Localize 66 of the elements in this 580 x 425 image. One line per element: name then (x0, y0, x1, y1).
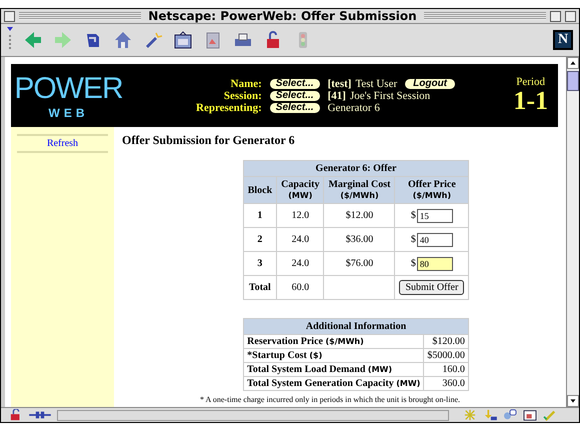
table-cell: 24.0 (276, 228, 324, 252)
table-cell: Total (243, 276, 277, 300)
logo-subtext: WEB (48, 106, 88, 120)
period-label: Period (516, 77, 546, 88)
scroll-up-icon[interactable] (567, 57, 579, 69)
select-button[interactable]: Select... (270, 90, 320, 100)
column-header: Capacity (MW) (276, 176, 324, 204)
table-cell: *Startup Cost ($) (244, 348, 424, 362)
page-title: Offer Submission for Generator 6 (122, 133, 295, 148)
table-cell: $120.00 (424, 334, 468, 348)
table-cell: 360.0 (424, 376, 468, 390)
column-header: Block (243, 176, 277, 204)
table-cell: 24.0 (276, 252, 324, 276)
download-icon[interactable] (483, 409, 497, 421)
close-box[interactable] (4, 10, 15, 22)
table-cell: Reservation Price ($/MWh) (244, 334, 424, 348)
table-cell: Total System Generation Capacity (MW) (244, 376, 424, 390)
browser-logo[interactable]: N (553, 30, 573, 50)
table-cell: 3 (243, 252, 277, 276)
window-title: Netscape: PowerWeb: Offer Submission (147, 9, 418, 23)
scroll-down-icon[interactable] (567, 395, 579, 407)
price-field[interactable]: 80 (416, 256, 453, 270)
column-header: Offer Price ($/MWh) (394, 176, 469, 204)
table-cell: Total System Load Demand (MW) (244, 362, 424, 376)
collapse-box[interactable] (565, 10, 576, 22)
currency-sign: $ (410, 210, 416, 221)
field-value: Joe's First Session (350, 90, 430, 102)
field-label: Name: (230, 78, 262, 90)
chat-icon[interactable] (503, 409, 517, 421)
table-title: Additional Information (244, 318, 468, 334)
composer-icon[interactable] (523, 409, 537, 421)
period-value: 1-1 (513, 88, 548, 114)
logo-text: POWER (14, 72, 123, 106)
price-field[interactable]: 40 (416, 232, 453, 246)
footnote: * A one-time charge incurred only in periods in which the unit is brought on-line. (200, 395, 460, 404)
table-cell: $5000.00 (424, 348, 468, 362)
tv-icon[interactable] (173, 30, 193, 50)
table-cell: 60.0 (276, 276, 324, 300)
table-cell: 2 (243, 228, 277, 252)
table-title: Generator 6: Offer (243, 160, 469, 176)
field-label: Session: (222, 90, 262, 102)
field-value: Generator 6 (328, 102, 380, 114)
table-cell: $12.00 (324, 204, 395, 228)
id-tag: [test] (328, 78, 352, 90)
select-button[interactable]: Select... (270, 102, 320, 112)
logout-button[interactable]: Logout (405, 78, 456, 88)
plug-icon[interactable] (29, 410, 51, 420)
id-tag: [41] (328, 90, 346, 102)
house-icon[interactable] (113, 30, 133, 50)
table-cell: 12.0 (276, 204, 324, 228)
column-header: Marginal Cost ($/MWh) (324, 176, 395, 204)
currency-sign: $ (410, 234, 416, 245)
table-cell: 1 (243, 204, 277, 228)
field-value: Test User (355, 78, 398, 90)
field-label: Representing: (196, 102, 262, 114)
table-cell: $76.00 (324, 252, 395, 276)
table-cell: $36.00 (324, 228, 395, 252)
zoom-box[interactable] (550, 10, 561, 22)
currency-sign: $ (410, 258, 416, 269)
scroll-bar[interactable] (566, 57, 579, 407)
submit-button[interactable]: Submit Offer (399, 280, 464, 295)
refresh-link[interactable]: Refresh (46, 138, 78, 149)
select-button[interactable]: Select... (270, 78, 320, 88)
table-cell: 160.0 (424, 362, 468, 376)
price-field[interactable]: 15 (416, 208, 453, 222)
scroll-thumb[interactable] (567, 71, 579, 91)
